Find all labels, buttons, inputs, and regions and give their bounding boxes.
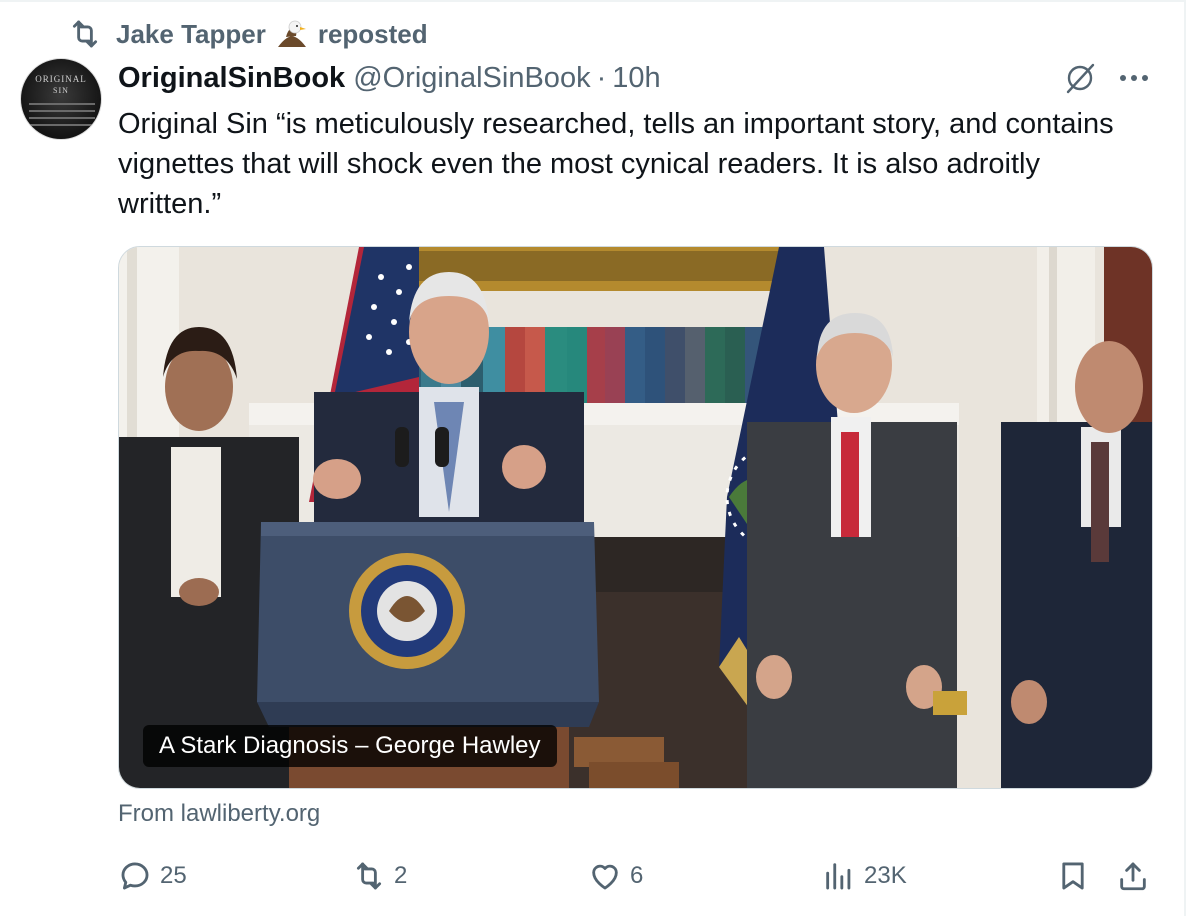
like-count: 6 [630,862,644,889]
link-card-image[interactable]: A Stark Diagnosis – George Hawley [118,246,1153,789]
reply-icon [121,862,149,890]
author-handle[interactable]: @OriginalSinBook [353,62,590,95]
tweet-text: Original Sin “is meticulously researched… [118,108,1114,220]
repost-label: reposted [317,18,428,49]
reply-button[interactable]: 25 [118,856,187,896]
like-button[interactable]: 6 [588,856,643,896]
top-divider [0,0,1186,2]
analytics-icon [826,863,851,890]
press-conference-photo [119,247,1152,788]
reply-count: 25 [160,862,187,889]
tweet-action-bar: 25 2 6 23K [118,856,1158,896]
author-name[interactable]: OriginalSinBook [118,62,345,95]
card-caption: A Stark Diagnosis – George Hawley [143,725,557,767]
view-count: 23K [864,862,907,889]
avatar-title-line1: ORIGINAL [35,74,87,84]
avatar-text-lines [29,103,95,131]
repost-count: 2 [394,862,408,889]
share-button[interactable] [1116,856,1158,896]
avatar-title-line2: SIN [53,86,69,95]
bookmark-icon [1062,862,1084,890]
heart-icon [592,864,618,890]
tweet-timestamp[interactable]: 10h [612,62,660,95]
separator-dot: · [596,61,607,94]
card-source-link[interactable]: From lawliberty.org [118,800,320,828]
repost-icon [72,20,98,48]
share-icon [1120,862,1146,891]
author-avatar[interactable]: ORIGINAL SIN [20,58,102,140]
more-options-icon[interactable] [1116,62,1152,94]
views-button[interactable]: 23K [822,856,907,896]
grok-icon[interactable] [1062,60,1098,96]
eagle-icon [277,20,306,47]
repost-button[interactable]: 2 [352,856,407,896]
repost-header: Jake Tapper reposted [68,16,428,52]
reposter-name[interactable]: Jake Tapper [116,19,266,50]
repost-action-icon [356,862,382,890]
tweet-header: OriginalSinBook @OriginalSinBook · 10h [118,58,661,98]
bookmark-button[interactable] [1056,856,1098,896]
